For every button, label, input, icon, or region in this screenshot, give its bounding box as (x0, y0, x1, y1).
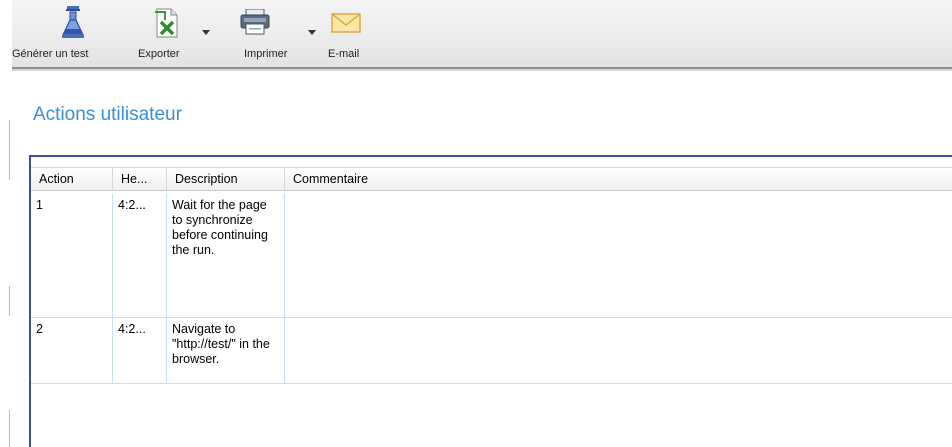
edge-divider (9, 120, 10, 180)
cell-time: 4:2... (113, 318, 167, 383)
print-button[interactable]: Imprimer (226, 0, 322, 67)
left-edge (0, 0, 12, 447)
edge-divider (9, 410, 10, 447)
print-dropdown-arrow[interactable] (308, 30, 316, 35)
table-row[interactable]: 2 4:2... Navigate to "http://test/" in t… (31, 318, 952, 384)
generate-test-button[interactable]: Générer un test (12, 0, 130, 67)
cell-description: Wait for the page to synchronize before … (167, 194, 285, 317)
envelope-icon (331, 13, 361, 33)
export-button[interactable]: Exporter (138, 0, 222, 67)
flask-icon (62, 6, 84, 38)
print-label: Imprimer (244, 48, 288, 60)
cell-comment (285, 194, 952, 317)
actions-grid: Action He... Description Commentaire 1 4… (29, 155, 952, 447)
cell-action: 1 (31, 194, 113, 317)
export-label: Exporter (138, 48, 180, 60)
cell-comment (285, 318, 952, 383)
column-header-time[interactable]: He... (113, 168, 167, 190)
column-header-comment[interactable]: Commentaire (285, 168, 952, 190)
edge-divider (9, 286, 10, 316)
page-title: Actions utilisateur (33, 104, 182, 125)
email-button[interactable]: E-mail (324, 0, 374, 67)
printer-icon (240, 9, 270, 35)
column-header-description[interactable]: Description (167, 168, 285, 190)
generate-test-label: Générer un test (12, 48, 89, 60)
cell-description: Navigate to "http://test/" in the browse… (167, 318, 285, 383)
table-row[interactable]: 1 4:2... Wait for the page to synchroniz… (31, 194, 952, 318)
excel-export-icon (155, 8, 178, 38)
grid-header: Action He... Description Commentaire (31, 167, 952, 191)
export-dropdown-arrow[interactable] (202, 30, 210, 35)
cell-action: 2 (31, 318, 113, 383)
toolbar: Générer un test Exporter Imprimer E-mail (12, 0, 952, 71)
cell-time: 4:2... (113, 194, 167, 317)
email-label: E-mail (328, 48, 360, 60)
column-header-action[interactable]: Action (31, 168, 113, 190)
